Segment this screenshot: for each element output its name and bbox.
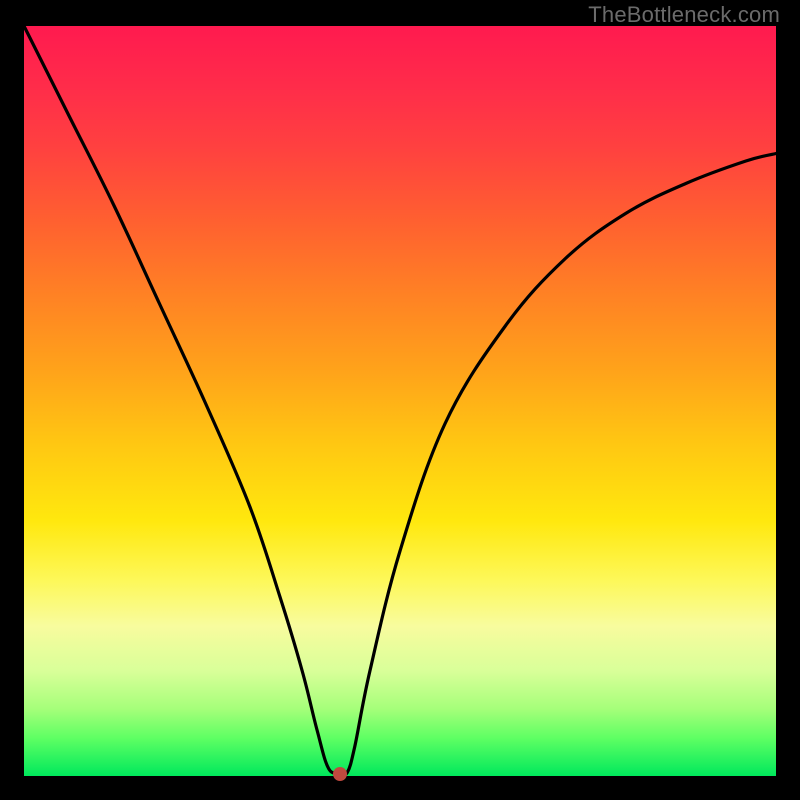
bottleneck-curve <box>24 26 776 776</box>
chart-frame: TheBottleneck.com <box>0 0 800 800</box>
optimal-point-marker <box>333 767 347 781</box>
curve-path <box>24 26 776 775</box>
watermark-text: TheBottleneck.com <box>588 2 780 28</box>
plot-area <box>24 26 776 776</box>
